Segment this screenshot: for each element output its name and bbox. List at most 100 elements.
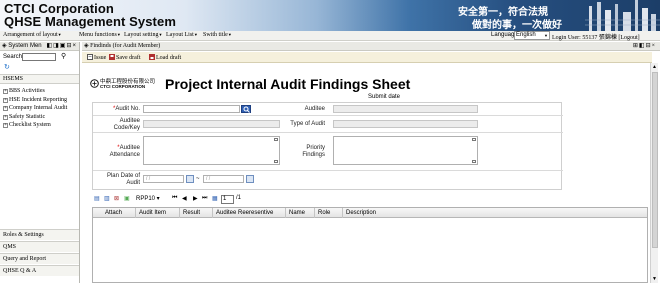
menu-layout-list[interactable]: Layout List▼ bbox=[166, 32, 198, 38]
calendar-from-icon[interactable] bbox=[186, 175, 194, 183]
tree-item-bbs-activities[interactable]: + BBS Activities bbox=[3, 88, 67, 97]
accordion-qhse-qa[interactable]: QHSE Q & A bbox=[0, 265, 79, 276]
prev-page-icon[interactable]: ◀ bbox=[182, 195, 187, 202]
calendar-to-icon[interactable] bbox=[246, 175, 254, 183]
expand-icon[interactable]: + bbox=[3, 97, 8, 103]
col-auditee-representive[interactable]: Auditee Reeresentive bbox=[213, 208, 286, 218]
priority-findings-textarea[interactable] bbox=[333, 136, 478, 165]
priority-findings-label: Priority Findings bbox=[302, 145, 325, 158]
search-label: Search: bbox=[3, 54, 24, 60]
findings-table-header: Attach Audit Item Result Auditee Reerese… bbox=[93, 208, 647, 218]
next-page-icon[interactable]: ▶ bbox=[193, 195, 198, 202]
search-icon bbox=[243, 106, 250, 113]
ctci-logo-mark bbox=[90, 79, 99, 88]
accordion-qms[interactable]: QMS bbox=[0, 241, 79, 252]
findings-tab-header: ◈ Findinds (for Audit Member) ⊞◧⊟× bbox=[82, 42, 660, 51]
system-menu-title: System Men bbox=[8, 43, 42, 49]
form-row-audit-no: *Audit No. Auditee bbox=[93, 103, 563, 116]
scroll-up-icon[interactable]: ▲ bbox=[652, 64, 657, 70]
save-draft-button[interactable]: Save draft bbox=[109, 54, 141, 61]
panel-controls[interactable]: ◧◨▣⊟× bbox=[46, 42, 77, 49]
slogan-line2: 做對的事，一次做好 bbox=[472, 20, 562, 31]
tree-item-safety-statistic[interactable]: + Safety Statistic bbox=[3, 114, 67, 123]
findings-tab-title: Findinds (for Audit Member) bbox=[90, 43, 161, 49]
load-draft-icon bbox=[149, 54, 155, 60]
expand-icon[interactable]: + bbox=[3, 89, 8, 94]
audit-form: *Audit No. Auditee Auditee Code/Key Type… bbox=[92, 102, 563, 190]
page-number-input[interactable]: 1 bbox=[221, 195, 234, 204]
delete-row-icon[interactable]: ⊠ bbox=[114, 195, 119, 202]
type-of-audit-label: Type of Audit bbox=[290, 121, 325, 127]
tree-item-checklist-system[interactable]: + Checklist System bbox=[3, 122, 67, 131]
add-row-icon[interactable]: ▤ bbox=[94, 195, 100, 202]
col-description[interactable]: Description bbox=[343, 208, 647, 218]
system-menu-header: ◈ System Men ◧◨▣⊟× bbox=[0, 42, 79, 51]
col-result[interactable]: Result bbox=[180, 208, 213, 218]
menu-tree: + BBS Activities + HSE Incident Reporting … bbox=[3, 88, 67, 131]
rpp-select[interactable]: RPP10 ▾ bbox=[136, 195, 160, 202]
menu-panel-icon: ◈ bbox=[2, 43, 7, 49]
col-attach[interactable]: Attach bbox=[102, 208, 136, 218]
menu-arrangement-of-layout[interactable]: Arrangement of layout▼ bbox=[3, 32, 62, 38]
menu-bar: Arrangement of layout▼ Menu functions▼ L… bbox=[0, 31, 660, 41]
tab-icon: ◈ bbox=[84, 43, 89, 49]
issue-button[interactable]: Issue bbox=[87, 54, 106, 61]
company-name-en: CTCI CORPORATION bbox=[100, 84, 146, 89]
refresh-grid-icon[interactable]: ▦ bbox=[212, 195, 218, 202]
tab-controls[interactable]: ⊞◧⊟× bbox=[633, 42, 656, 49]
menu-swith-title[interactable]: Swith title▼ bbox=[203, 32, 232, 38]
login-user-info[interactable]: Login User: 55137 張錦棟 [Logout] bbox=[552, 32, 640, 41]
main-scrollbar[interactable]: ▲ ▼ bbox=[650, 63, 658, 283]
accordion-roles-settings[interactable]: Roles & Settings bbox=[0, 229, 79, 240]
menu-menu-functions[interactable]: Menu functions▼ bbox=[79, 32, 121, 38]
auditee-attendance-textarea[interactable] bbox=[143, 136, 280, 165]
scroll-thumb[interactable] bbox=[652, 72, 658, 248]
auditee-label: Auditee bbox=[304, 106, 325, 112]
plan-date-from-input[interactable]: / / bbox=[143, 175, 184, 183]
form-row-code: Auditee Code/Key Type of Audit bbox=[93, 116, 563, 133]
scroll-down-icon[interactable]: ▼ bbox=[652, 276, 657, 282]
expand-icon[interactable]: + bbox=[3, 114, 8, 120]
refinery-towers-image bbox=[585, 0, 660, 31]
audit-no-label: *Audit No. bbox=[112, 106, 140, 112]
export-icon[interactable]: ▣ bbox=[124, 195, 130, 202]
menu-layout-setting[interactable]: Layout setting▼ bbox=[124, 32, 162, 38]
accordion-query-report[interactable]: Query and Report bbox=[0, 253, 79, 264]
plan-date-label: Plan Date of Audit bbox=[106, 173, 140, 186]
load-draft-button[interactable]: Load draft bbox=[149, 54, 181, 61]
language-select[interactable]: English ▼ bbox=[514, 31, 550, 40]
menu-search-input[interactable] bbox=[22, 53, 56, 61]
submit-date-label: Submit date bbox=[368, 94, 401, 100]
col-name[interactable]: Name bbox=[286, 208, 315, 218]
issue-icon bbox=[87, 54, 93, 60]
last-page-icon[interactable]: ⏭ bbox=[202, 195, 207, 202]
auditee-field bbox=[333, 105, 478, 113]
expand-icon[interactable]: + bbox=[3, 106, 8, 112]
date-range-separator: ~ bbox=[196, 176, 200, 182]
tree-item-hse-incident-reporting[interactable]: + HSE Incident Reporting bbox=[3, 97, 67, 106]
page-total: /1 bbox=[236, 195, 242, 201]
audit-no-search-button[interactable] bbox=[241, 105, 251, 113]
plan-date-to-input[interactable]: / / bbox=[203, 175, 244, 183]
form-toolbar: Issue Save draft Load draft bbox=[82, 52, 652, 63]
sheet-title: Project Internal Audit Findings Sheet bbox=[165, 76, 411, 92]
refresh-icon[interactable]: ↻ bbox=[4, 63, 10, 71]
save-draft-icon bbox=[109, 54, 115, 60]
first-page-icon[interactable]: ⏮ bbox=[172, 195, 177, 202]
edit-row-icon[interactable]: ▥ bbox=[104, 195, 110, 202]
main-panel: ◈ Findinds (for Audit Member) ⊞◧⊟× Issue… bbox=[82, 42, 660, 283]
audit-no-input[interactable] bbox=[143, 105, 240, 113]
section-hsems[interactable]: HSEMS bbox=[0, 74, 79, 84]
auditee-code-label: Auditee Code/Key bbox=[113, 118, 140, 131]
system-menu-panel: ◈ System Men ◧◨▣⊟× Search: ⚲ ↻ HSEMS + BB… bbox=[0, 42, 80, 283]
form-row-attendance: *Auditee Attendance Priority Findings bbox=[93, 133, 563, 171]
expand-icon[interactable]: + bbox=[3, 123, 8, 129]
tree-item-company-internal-audit[interactable]: + Company Internal Audit bbox=[3, 105, 67, 114]
binoculars-search-icon[interactable]: ⚲ bbox=[61, 52, 66, 60]
chevron-down-icon: ▼ bbox=[544, 33, 548, 38]
type-of-audit-field bbox=[333, 120, 478, 128]
col-audit-item[interactable]: Audit Item bbox=[136, 208, 180, 218]
auditee-code-field bbox=[143, 120, 280, 128]
language-select-value: English bbox=[516, 32, 536, 38]
col-role[interactable]: Role bbox=[315, 208, 343, 218]
